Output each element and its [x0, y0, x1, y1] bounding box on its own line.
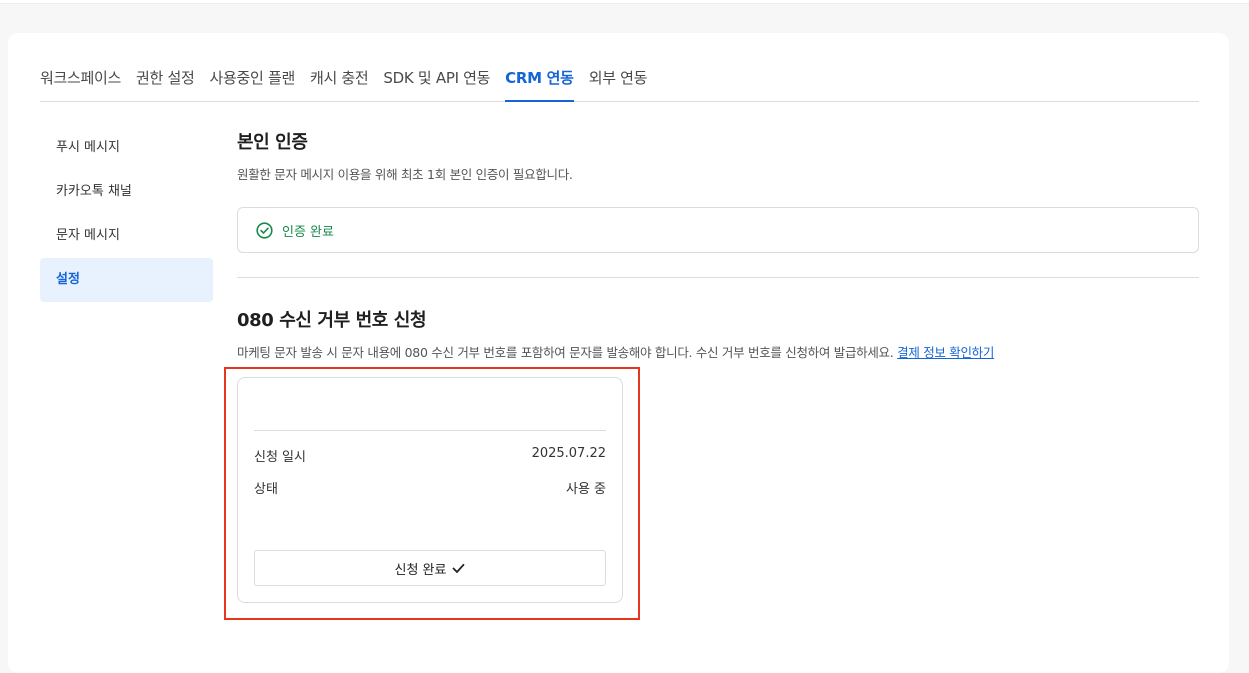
tab-external[interactable]: 외부 연동	[589, 63, 648, 102]
verification-status-box: 인증 완료	[237, 207, 1199, 253]
tab-permissions[interactable]: 권한 설정	[136, 63, 195, 102]
opt-out-number-card: 신청 일시 2025.07.22 상태 사용 중 신청 완료	[237, 377, 623, 603]
checkmark-icon	[453, 563, 465, 573]
opt-out-description: 마케팅 문자 발송 시 문자 내용에 080 수신 거부 번호를 포함하여 문자…	[237, 342, 1199, 361]
card-divider	[254, 430, 606, 431]
tab-sdk-api[interactable]: SDK 및 API 연동	[383, 63, 490, 102]
settings-card: 워크스페이스 권한 설정 사용중인 플랜 캐시 충전 SDK 및 API 연동 …	[8, 33, 1229, 673]
main-content: 본인 인증 원활한 문자 메시지 이용을 위해 최초 1회 본인 인증이 필요합…	[237, 128, 1199, 361]
request-complete-button[interactable]: 신청 완료	[254, 550, 606, 586]
sidebar-item-kakao[interactable]: 카카오톡 채널	[40, 170, 213, 214]
sidebar-item-sms[interactable]: 문자 메시지	[40, 214, 213, 258]
window-top-border	[0, 0, 1249, 4]
sidebar: 푸시 메시지 카카오톡 채널 문자 메시지 설정	[40, 126, 213, 302]
verification-description: 원활한 문자 메시지 이용을 위해 최초 1회 본인 인증이 필요합니다.	[237, 167, 573, 182]
status-value: 사용 중	[565, 482, 606, 497]
section-divider	[237, 277, 1199, 278]
status-label: 상태	[254, 482, 278, 497]
tab-workspace[interactable]: 워크스페이스	[40, 63, 121, 102]
payment-info-link[interactable]: 결제 정보 확인하기	[897, 345, 994, 360]
request-date-value: 2025.07.22	[531, 446, 606, 461]
sidebar-item-settings[interactable]: 설정	[40, 258, 213, 302]
tab-cash-charge[interactable]: 캐시 충전	[310, 63, 369, 102]
tab-bar: 워크스페이스 권한 설정 사용중인 플랜 캐시 충전 SDK 및 API 연동 …	[40, 63, 1199, 102]
opt-out-title: 080 수신 거부 번호 신청	[237, 310, 427, 331]
check-circle-icon	[256, 221, 273, 239]
request-date-label: 신청 일시	[254, 450, 306, 465]
sidebar-item-push[interactable]: 푸시 메시지	[40, 126, 213, 170]
opt-out-description-text: 마케팅 문자 발송 시 문자 내용에 080 수신 거부 번호를 포함하여 문자…	[237, 345, 894, 360]
request-date-row: 신청 일시 2025.07.22	[254, 446, 606, 465]
verification-title: 본인 인증	[237, 132, 308, 153]
status-row: 상태 사용 중	[254, 478, 606, 497]
request-complete-label: 신청 완료	[394, 562, 447, 578]
tab-crm[interactable]: CRM 연동	[505, 63, 574, 102]
tab-current-plan[interactable]: 사용중인 플랜	[209, 63, 295, 102]
verification-status: 인증 완료	[282, 224, 334, 240]
